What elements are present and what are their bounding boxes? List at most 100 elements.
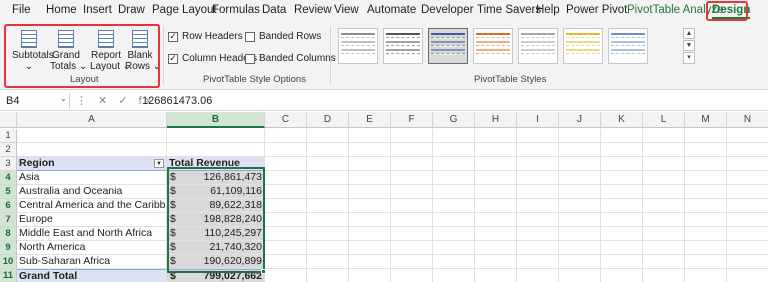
row-headers-checkbox[interactable]: ✓ Row Headers	[168, 31, 243, 42]
cell[interactable]	[433, 129, 475, 143]
cell[interactable]	[685, 171, 727, 185]
cell[interactable]	[601, 269, 643, 282]
cell[interactable]	[265, 129, 307, 143]
cell[interactable]	[433, 255, 475, 269]
cell[interactable]	[475, 213, 517, 227]
cell[interactable]	[475, 227, 517, 241]
cell[interactable]	[307, 255, 349, 269]
column-headers-checkbox[interactable]: ✓ Column Headers	[168, 53, 257, 64]
cell[interactable]	[643, 227, 685, 241]
cell[interactable]	[727, 269, 768, 282]
cell[interactable]	[601, 241, 643, 255]
row-header-1[interactable]: 1	[0, 129, 17, 143]
fill-handle[interactable]	[261, 269, 266, 274]
cell[interactable]	[517, 227, 559, 241]
cell[interactable]	[307, 157, 349, 171]
column-header-b[interactable]: B	[167, 112, 265, 128]
cell[interactable]	[727, 171, 768, 185]
cell[interactable]	[349, 185, 391, 199]
pivot-style-swatch[interactable]	[563, 28, 603, 64]
cell[interactable]	[433, 269, 475, 282]
cell[interactable]	[475, 199, 517, 213]
pivot-header-total-revenue[interactable]: Total Revenue	[167, 157, 265, 171]
cell[interactable]	[517, 185, 559, 199]
pivot-row-label[interactable]: Central America and the Caribbean	[17, 199, 167, 213]
gallery-scroll-down-icon[interactable]: ▼	[683, 40, 695, 51]
row-header-11[interactable]: 11	[0, 269, 17, 282]
cell[interactable]	[643, 199, 685, 213]
pivot-style-swatch[interactable]	[338, 28, 378, 64]
cell[interactable]	[265, 241, 307, 255]
cell[interactable]	[349, 199, 391, 213]
column-header-i[interactable]: I	[517, 112, 559, 128]
cell[interactable]	[601, 199, 643, 213]
cell[interactable]	[517, 199, 559, 213]
grand-total-value[interactable]: 799,027,662 $	[167, 269, 265, 282]
cell[interactable]	[433, 143, 475, 157]
cell[interactable]	[601, 227, 643, 241]
gallery-scroll-up-icon[interactable]: ▲	[683, 28, 695, 39]
cell[interactable]	[727, 241, 768, 255]
cell[interactable]	[391, 241, 433, 255]
cell[interactable]	[643, 213, 685, 227]
row-header-6[interactable]: 6	[0, 199, 17, 213]
cell[interactable]	[433, 157, 475, 171]
cell[interactable]	[17, 129, 167, 143]
row-header-5[interactable]: 5	[0, 185, 17, 199]
cell[interactable]	[167, 143, 265, 157]
column-header-h[interactable]: H	[475, 112, 517, 128]
cell[interactable]	[559, 255, 601, 269]
column-header-m[interactable]: M	[685, 112, 727, 128]
cell[interactable]	[559, 227, 601, 241]
cell[interactable]	[349, 171, 391, 185]
pivot-row-label[interactable]: North America	[17, 241, 167, 255]
cell[interactable]	[475, 185, 517, 199]
cell[interactable]	[601, 171, 643, 185]
cell[interactable]	[559, 213, 601, 227]
cell[interactable]	[391, 129, 433, 143]
tab-help[interactable]: Help	[536, 4, 560, 16]
cell[interactable]	[601, 129, 643, 143]
cell[interactable]	[685, 129, 727, 143]
formula-input[interactable]: 126861473.06	[142, 93, 212, 109]
cell[interactable]	[727, 157, 768, 171]
cell[interactable]	[517, 143, 559, 157]
cell[interactable]	[349, 269, 391, 282]
cell[interactable]	[517, 255, 559, 269]
cell[interactable]	[685, 227, 727, 241]
cell[interactable]	[265, 227, 307, 241]
filter-dropdown-icon[interactable]: ▼	[154, 159, 164, 168]
tab-file[interactable]: File	[12, 4, 31, 16]
cell[interactable]	[391, 157, 433, 171]
tab-data[interactable]: Data	[262, 4, 286, 16]
cell[interactable]	[727, 143, 768, 157]
pivot-row-value[interactable]: 21,740,320 $	[167, 241, 265, 255]
pivot-row-value[interactable]: 89,622,318 $	[167, 199, 265, 213]
cell[interactable]	[685, 143, 727, 157]
cell[interactable]	[517, 269, 559, 282]
cell[interactable]	[517, 171, 559, 185]
pivot-row-value[interactable]: 190,620,899 $	[167, 255, 265, 269]
cell[interactable]	[559, 143, 601, 157]
pivot-row-label[interactable]: Europe	[17, 213, 167, 227]
cell[interactable]	[601, 255, 643, 269]
cell[interactable]	[727, 213, 768, 227]
column-header-l[interactable]: L	[643, 112, 685, 128]
cell[interactable]	[685, 255, 727, 269]
cell[interactable]	[307, 143, 349, 157]
cell[interactable]	[643, 157, 685, 171]
cell[interactable]	[433, 185, 475, 199]
column-header-f[interactable]: F	[391, 112, 433, 128]
pivot-row-value[interactable]: 110,245,297 $	[167, 227, 265, 241]
row-header-3[interactable]: 3	[0, 157, 17, 171]
tab-page-layout[interactable]: Page Layout	[152, 4, 217, 16]
row-header-4[interactable]: 4	[0, 171, 17, 185]
cell[interactable]	[601, 143, 643, 157]
banded-rows-checkbox[interactable]: Banded Rows	[245, 31, 321, 42]
cell[interactable]	[307, 199, 349, 213]
cell[interactable]	[685, 199, 727, 213]
cell[interactable]	[265, 157, 307, 171]
cell[interactable]	[559, 241, 601, 255]
cell[interactable]	[349, 255, 391, 269]
cell[interactable]	[265, 171, 307, 185]
